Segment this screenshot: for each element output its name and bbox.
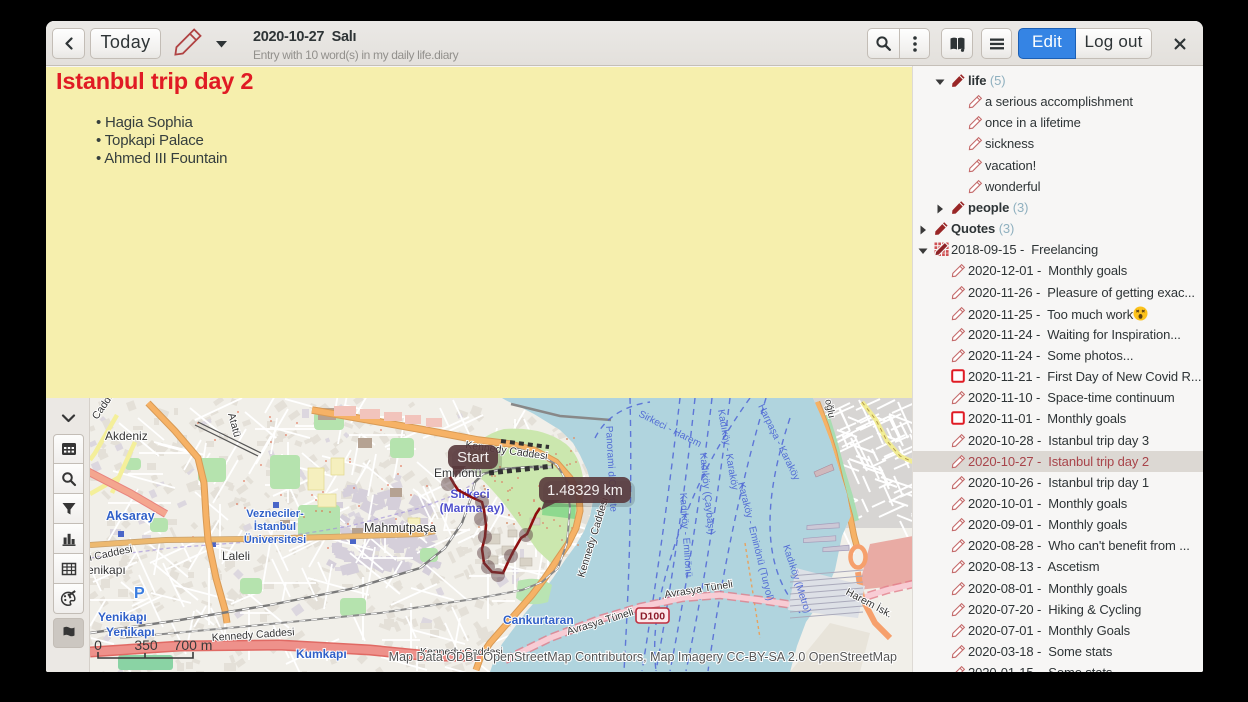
svg-text:700 m: 700 m [174,637,213,653]
svg-text:Vezneciler-: Vezneciler- [246,508,304,520]
svg-text:Aksaray: Aksaray [106,509,155,523]
svg-text:Yenikapı: Yenikapı [98,610,147,624]
svg-text:enikapı: enikapı [90,563,126,577]
svg-text:İstanbul: İstanbul [254,520,296,533]
svg-text:Üniversitesi: Üniversitesi [244,533,306,546]
svg-text:Mahmutpaşa: Mahmutpaşa [364,521,436,535]
svg-text:Laleli: Laleli [222,549,250,563]
svg-text:0: 0 [94,637,102,653]
svg-text:1.48329 km: 1.48329 km [547,483,623,499]
svg-text:Kumkapı: Kumkapı [296,647,347,661]
svg-text:Map Data ODBL OpenStreetMap Co: Map Data ODBL OpenStreetMap Contributors… [389,650,897,664]
svg-text:350: 350 [134,637,158,653]
svg-text:Start: Start [457,449,490,466]
svg-text:Akdeniz: Akdeniz [105,429,148,443]
svg-text:D100: D100 [640,611,665,623]
svg-text:Cankurtaran: Cankurtaran [503,613,574,627]
svg-text:(Marmaray): (Marmaray) [440,501,505,515]
svg-text:P: P [134,585,145,602]
